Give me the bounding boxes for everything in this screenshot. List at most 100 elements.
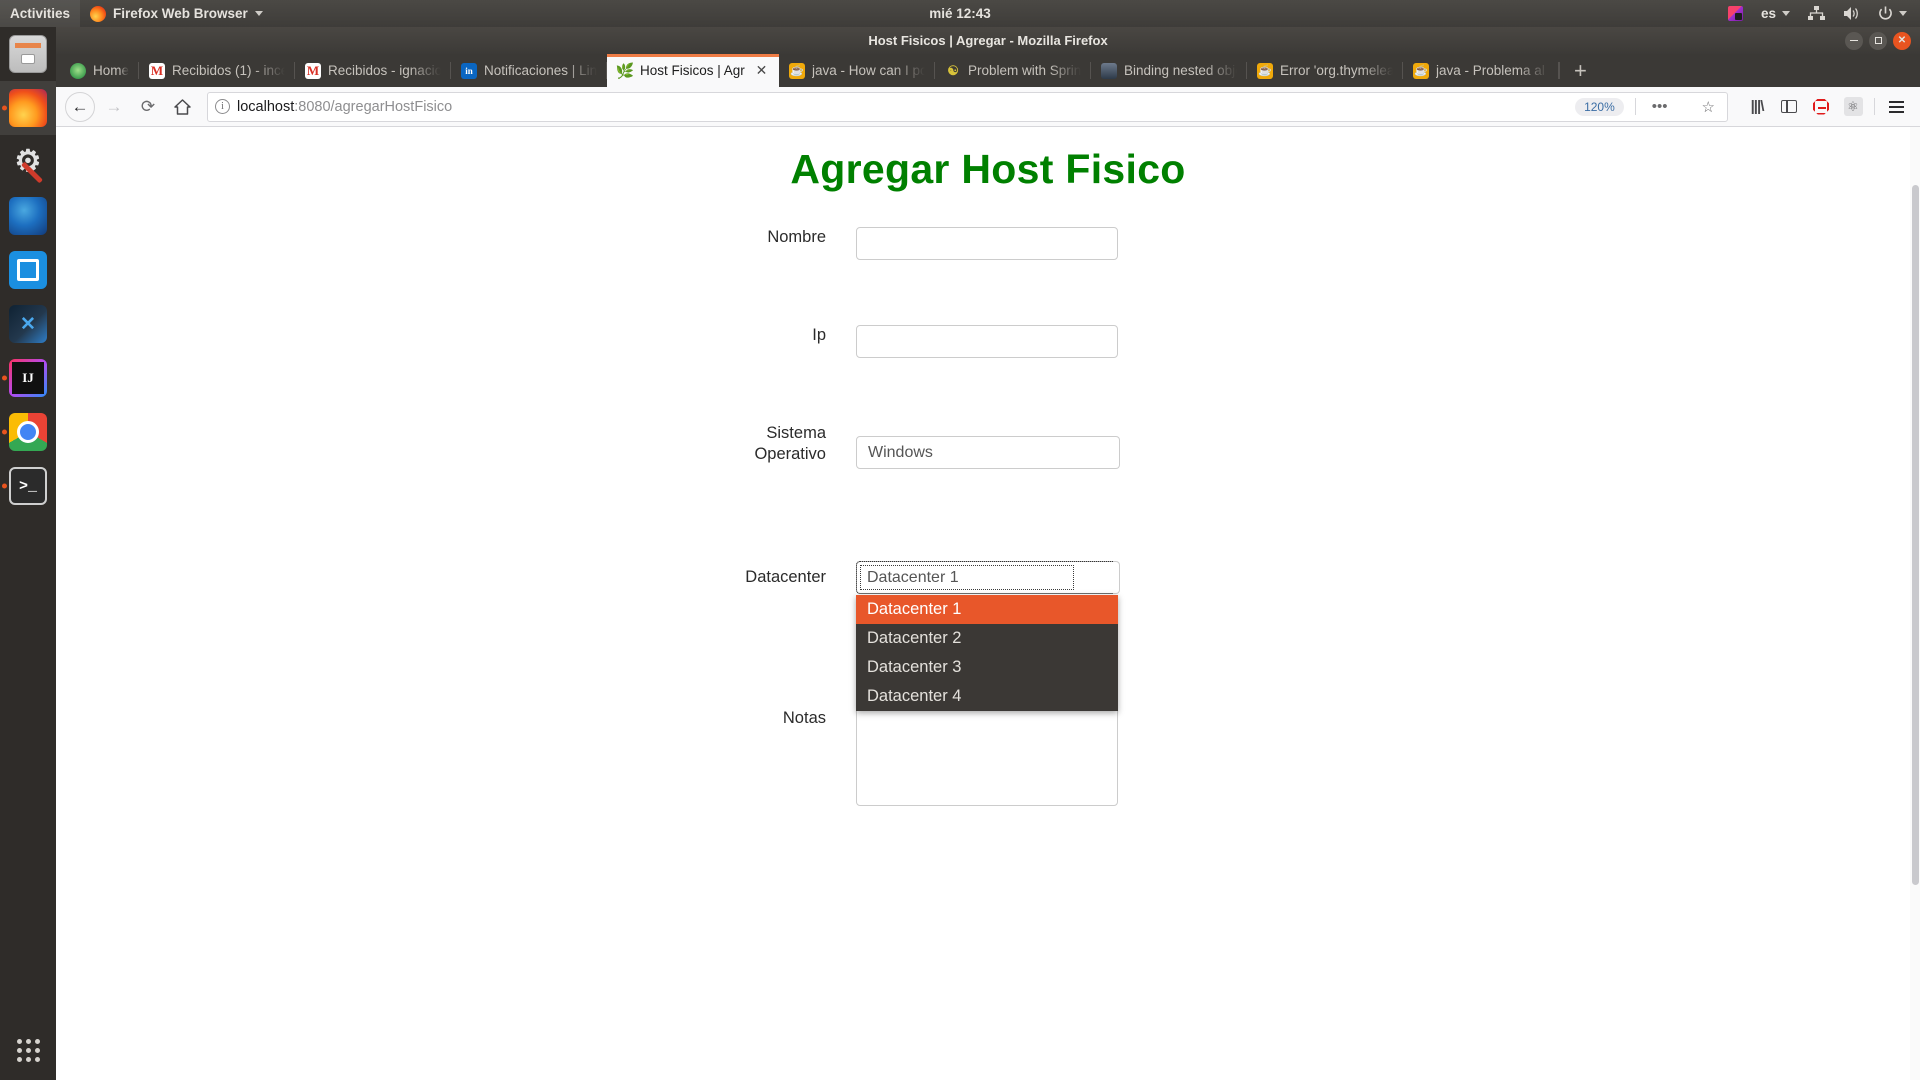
vscode-icon — [9, 305, 47, 343]
photo-favicon — [1101, 62, 1118, 79]
form-row-sistema-operativo: Sistema Operativo Windows — [56, 423, 1920, 469]
app-menu-button[interactable]: Firefox Web Browser — [80, 0, 273, 27]
browser-tab-java-post[interactable]: ☕ java - How can I post a — [779, 54, 936, 87]
volume-indicator[interactable] — [1836, 0, 1867, 27]
grid-icon — [16, 1039, 40, 1062]
home-favicon — [70, 62, 86, 79]
close-button[interactable]: ✕ — [1893, 31, 1911, 50]
dock-item-software-updates[interactable] — [0, 135, 56, 189]
browser-tab-error-thymeleaf[interactable]: ☕ Error 'org.thymeleaf. — [1247, 54, 1404, 87]
dock-item-intellij[interactable]: IJ — [0, 351, 56, 405]
site-info-icon[interactable]: i — [215, 99, 230, 114]
navigation-toolbar: ← → ⟳ i localhost:8080/agregarHostFisico… — [56, 87, 1920, 127]
dropdown-option[interactable]: Datacenter 4 — [856, 682, 1118, 711]
forward-button[interactable]: → — [99, 92, 129, 122]
dock-item-vscode[interactable] — [0, 297, 56, 351]
divider — [1874, 98, 1875, 115]
window-title: Host Fisicos | Agregar - Mozilla Firefox — [868, 33, 1108, 48]
back-button[interactable]: ← — [65, 91, 95, 122]
browser-tab-binding-nested-object[interactable]: Binding nested objec — [1091, 54, 1248, 87]
form-row-nombre: Nombre — [56, 227, 1920, 260]
field-datacenter: Datacenter 1 Datacenter 1 Datacenter 2 D… — [856, 561, 1120, 711]
show-applications-button[interactable] — [0, 1039, 56, 1062]
firefox-icon — [90, 5, 107, 22]
new-tab-button[interactable]: + — [1560, 54, 1601, 87]
dropdown-option[interactable]: Datacenter 1 — [856, 595, 1118, 624]
browser-tab-recibidos-1[interactable]: M Recibidos (1) - incenti — [139, 54, 296, 87]
ubuntu-software-tray-icon[interactable] — [1721, 0, 1750, 27]
form-row-ip: Ip — [56, 325, 1920, 358]
datacenter-select[interactable]: Datacenter 1 — [856, 561, 1120, 594]
browser-tab-home[interactable]: Home — [60, 54, 140, 87]
browser-tab-problem-with-spring[interactable]: ☯ Problem with Spring — [935, 54, 1092, 87]
adblock-icon[interactable] — [1806, 92, 1836, 122]
spring-boot-favicon: ☯ — [947, 62, 959, 78]
zoom-level-indicator[interactable]: 120% — [1575, 97, 1624, 116]
spring-favicon: 🌿 — [615, 62, 635, 80]
browser-tab-recibidos-2[interactable]: M Recibidos - ignacioj.d — [295, 54, 452, 87]
sistema-operativo-select[interactable]: Windows — [856, 436, 1120, 469]
network-indicator[interactable] — [1801, 0, 1832, 27]
volume-icon — [1844, 7, 1858, 20]
chevron-down-icon — [1782, 11, 1790, 16]
label-line-2: Operativo — [754, 445, 826, 464]
browser-tab-java-problema[interactable]: ☕ java - Problema al co — [1403, 54, 1560, 87]
divider — [1634, 98, 1636, 115]
reload-button[interactable]: ⟳ — [133, 92, 163, 122]
page-scrollbar[interactable] — [1910, 127, 1920, 1080]
page-title: Agregar Host Fisico — [790, 146, 1186, 192]
url-bar[interactable]: i localhost:8080/agregarHostFisico 120% … — [207, 91, 1728, 122]
tab-label: Host Fisicos | Agre — [640, 63, 746, 78]
dock-item-terminal[interactable]: >_ — [0, 459, 56, 513]
url-text: localhost:8080/agregarHostFisico — [237, 99, 452, 115]
browser-tab-host-fisicos[interactable]: 🌿 Host Fisicos | Agre ✕ — [607, 54, 780, 87]
tab-label: Problem with Spring — [968, 63, 1082, 78]
ip-input[interactable] — [856, 325, 1118, 358]
bookmark-star-icon[interactable]: ☆ — [1697, 98, 1720, 116]
dock-item-firefox[interactable] — [0, 81, 56, 135]
datacenter-dropdown-list[interactable]: Datacenter 1 Datacenter 2 Datacenter 3 D… — [856, 595, 1118, 711]
react-devtools-icon[interactable]: ⚛ — [1838, 92, 1868, 122]
firefox-icon — [9, 89, 47, 127]
minimize-button[interactable] — [1845, 31, 1863, 50]
dropdown-option[interactable]: Datacenter 3 — [856, 653, 1118, 682]
activities-button[interactable]: Activities — [0, 0, 81, 27]
keyboard-layout-indicator[interactable]: es — [1754, 0, 1797, 27]
nombre-input[interactable] — [856, 227, 1118, 260]
dock-item-files[interactable] — [0, 27, 56, 81]
dock-item-thunderbird[interactable] — [0, 189, 56, 243]
dropdown-option[interactable]: Datacenter 2 — [856, 624, 1118, 653]
tools-icon — [9, 143, 47, 181]
label-notas: Notas — [782, 709, 826, 727]
close-tab-icon[interactable]: ✕ — [754, 62, 769, 79]
power-menu-button[interactable] — [1871, 0, 1914, 27]
open-menu-icon[interactable] — [1881, 92, 1911, 122]
clock[interactable]: mié 12:43 — [0, 0, 1920, 27]
scrollbar-thumb[interactable] — [1912, 185, 1919, 885]
dock-item-remmina[interactable] — [0, 243, 56, 297]
tab-strip: Home M Recibidos (1) - incenti M Recibid… — [56, 54, 1920, 87]
field-ip — [856, 325, 1118, 358]
tab-label: Recibidos (1) - incenti — [172, 63, 286, 78]
home-button[interactable] — [167, 92, 197, 122]
library-icon[interactable]: |||\ — [1742, 92, 1772, 122]
java-favicon: ☕ — [1413, 62, 1430, 79]
sidebars-icon[interactable] — [1774, 92, 1804, 122]
remmina-icon — [9, 251, 47, 289]
tab-label: java - Problema al co — [1436, 63, 1549, 78]
window-titlebar: Host Fisicos | Agregar - Mozilla Firefox… — [56, 27, 1920, 54]
tab-label: Binding nested objec — [1124, 63, 1238, 78]
sistema-operativo-value: Windows — [868, 443, 933, 461]
keyboard-layout-label: es — [1760, 6, 1776, 21]
tab-label: Error 'org.thymeleaf. — [1280, 63, 1394, 78]
ubuntu-launcher-dock: IJ >_ — [0, 27, 56, 1080]
page-actions-icon[interactable]: ••• — [1647, 98, 1673, 115]
app-menu-label: Firefox Web Browser — [113, 6, 248, 21]
field-sistema-operativo: Windows — [856, 436, 1120, 469]
dock-item-chrome[interactable] — [0, 405, 56, 459]
agregar-host-fisico-form: Nombre Ip Sistema Operativo Windows Data… — [56, 227, 1920, 811]
gmail-favicon: M — [149, 62, 166, 79]
browser-tab-notificaciones-linkedin[interactable]: in Notificaciones | Linke — [451, 54, 608, 87]
maximize-button[interactable] — [1869, 31, 1887, 50]
gmail-favicon: M — [305, 62, 322, 79]
